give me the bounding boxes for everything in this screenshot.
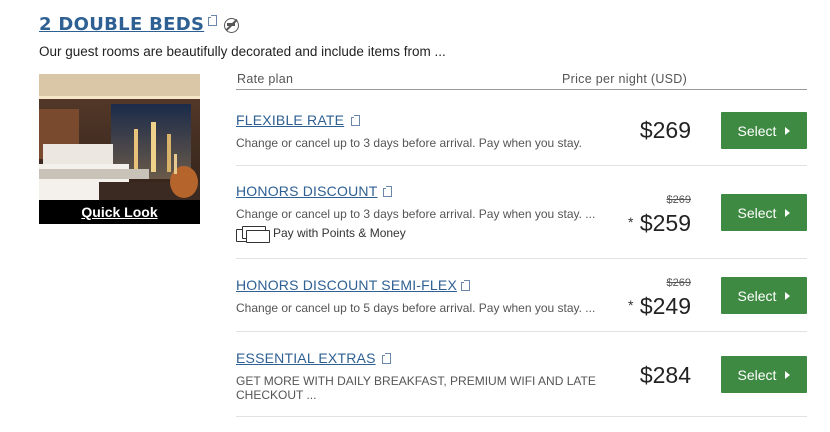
original-price: $269 bbox=[666, 277, 691, 289]
select-button[interactable]: Select bbox=[721, 356, 807, 393]
price-column-header: Price per night (USD) bbox=[562, 72, 688, 86]
rate-price: $249 bbox=[639, 293, 691, 319]
rate-description: Change or cancel up to 3 days before arr… bbox=[236, 136, 582, 150]
rate-row-flexible: FLEXIBLE RATE Change or cancel up to 3 d… bbox=[236, 91, 807, 166]
rate-name-link[interactable]: ESSENTIAL EXTRAS bbox=[236, 350, 376, 366]
rate-description: Change or cancel up to 5 days before arr… bbox=[236, 301, 596, 315]
rate-name-link[interactable]: HONORS DISCOUNT SEMI-FLEX bbox=[236, 277, 457, 293]
chevron-right-icon bbox=[785, 126, 791, 135]
quick-look-link[interactable]: Quick Look bbox=[39, 200, 200, 224]
chevron-right-icon bbox=[785, 208, 791, 217]
external-link-icon bbox=[208, 15, 218, 26]
asterisk: * bbox=[628, 297, 634, 313]
rate-price: $284 bbox=[639, 362, 691, 388]
room-description: Our guest rooms are beautifully decorate… bbox=[39, 44, 446, 59]
select-button[interactable]: Select bbox=[721, 277, 807, 314]
rate-row-honors-discount: HONORS DISCOUNT Change or cancel up to 3… bbox=[236, 166, 807, 259]
rate-description: GET MORE WITH DAILY BREAKFAST, PREMIUM W… bbox=[236, 374, 596, 402]
asterisk: * bbox=[628, 214, 634, 230]
select-button-label: Select bbox=[737, 122, 777, 139]
rate-price: $269 bbox=[639, 117, 691, 143]
rate-plan-column-header: Rate plan bbox=[237, 72, 294, 86]
no-smoking-icon bbox=[224, 18, 240, 33]
rate-description: Change or cancel up to 3 days before arr… bbox=[236, 207, 596, 221]
select-button-label: Select bbox=[737, 204, 777, 221]
select-button-label: Select bbox=[737, 287, 777, 304]
select-button[interactable]: Select bbox=[721, 194, 807, 231]
points-money-label: Pay with Points & Money bbox=[273, 226, 406, 240]
rate-name-link[interactable]: HONORS DISCOUNT bbox=[236, 183, 377, 199]
room-title-link[interactable]: 2 DOUBLE BEDS bbox=[39, 14, 204, 35]
points-money-icon bbox=[236, 225, 270, 243]
rate-row-honors-semi-flex: HONORS DISCOUNT SEMI-FLEX Change or canc… bbox=[236, 259, 807, 332]
chevron-right-icon bbox=[785, 291, 791, 300]
external-link-icon bbox=[461, 280, 470, 291]
row-divider bbox=[236, 416, 807, 417]
rate-row-essential-extras: ESSENTIAL EXTRAS GET MORE WITH DAILY BRE… bbox=[236, 332, 807, 417]
original-price: $269 bbox=[666, 194, 691, 206]
room-header: 2 DOUBLE BEDS bbox=[39, 14, 240, 35]
header-divider bbox=[236, 89, 807, 90]
rate-price: $259 bbox=[639, 210, 691, 236]
external-link-icon bbox=[383, 186, 392, 197]
rate-name-link[interactable]: FLEXIBLE RATE bbox=[236, 112, 344, 128]
points-money-option[interactable]: Pay with Points & Money bbox=[236, 225, 406, 243]
select-button-label: Select bbox=[737, 366, 777, 383]
external-link-icon bbox=[351, 115, 360, 126]
select-button[interactable]: Select bbox=[721, 112, 807, 149]
chevron-right-icon bbox=[785, 370, 791, 379]
room-photo[interactable]: Quick Look bbox=[39, 74, 200, 224]
external-link-icon bbox=[382, 353, 391, 364]
